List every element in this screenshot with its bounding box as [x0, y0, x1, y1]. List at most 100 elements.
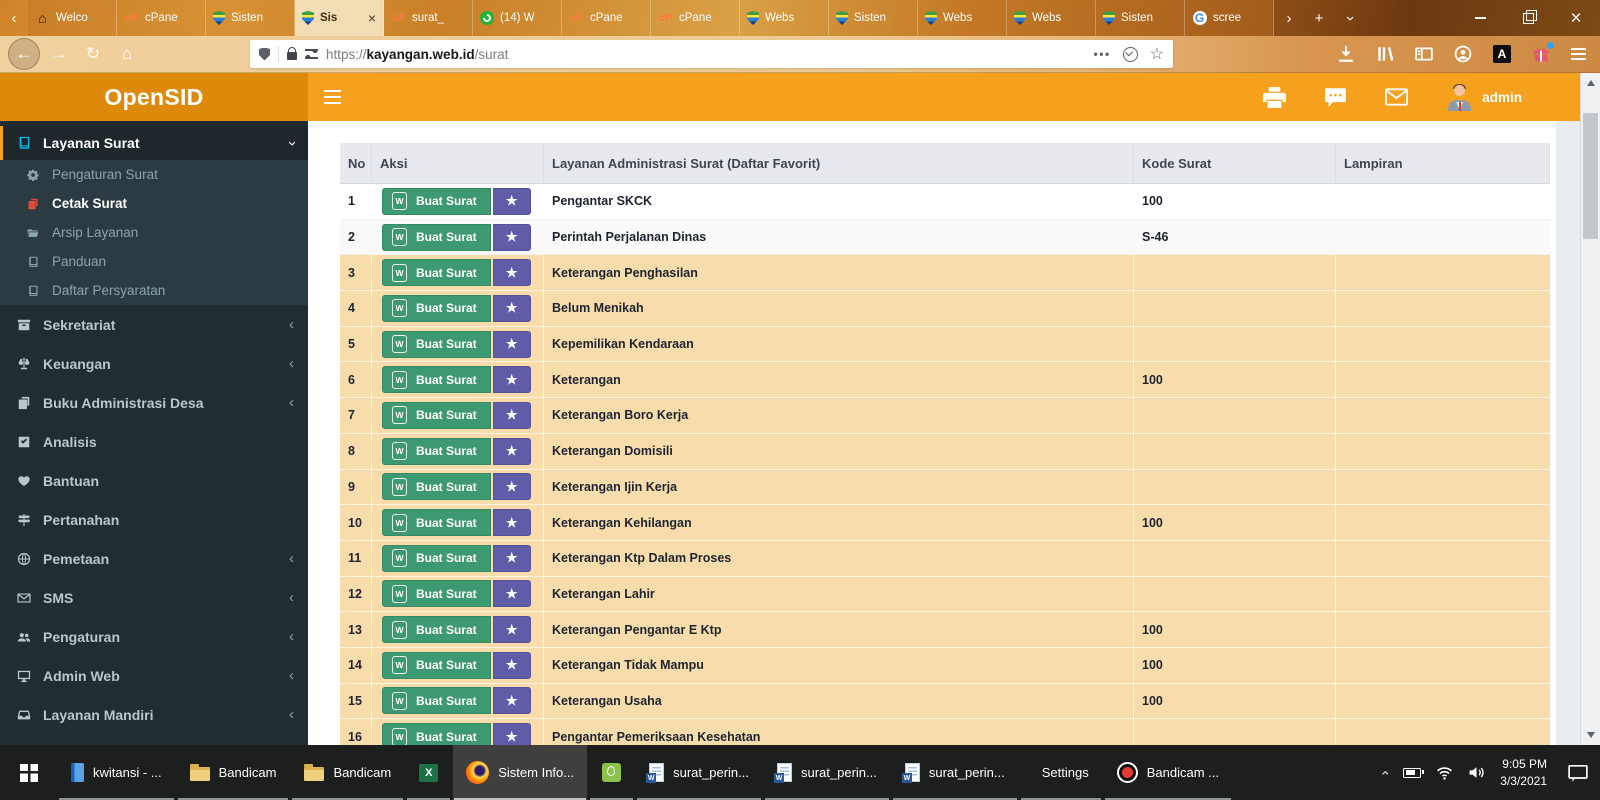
- favorite-star-button[interactable]: [493, 331, 531, 358]
- sidebar-item[interactable]: Pengaturan ‹: [0, 617, 308, 656]
- window-close-button[interactable]: ×: [1552, 0, 1600, 36]
- favorite-star-button[interactable]: [493, 259, 531, 286]
- sidebar-item[interactable]: Pemetaan ‹: [0, 539, 308, 578]
- window-minimize-button[interactable]: [1456, 0, 1504, 36]
- browser-tab[interactable]: cPane: [117, 0, 206, 36]
- scrollbar-thumb[interactable]: [1583, 113, 1598, 239]
- taskbar-item[interactable]: surat_perin...: [636, 745, 762, 800]
- buat-surat-button[interactable]: Buat Surat: [382, 473, 491, 500]
- browser-tab[interactable]: Sisten: [206, 0, 295, 36]
- taskbar-item[interactable]: kwitansi - ...: [58, 745, 175, 800]
- window-restore-button[interactable]: [1504, 0, 1552, 36]
- sidebar-item[interactable]: Buku Administrasi Desa ‹: [0, 383, 308, 422]
- browser-tab[interactable]: Webs: [1007, 0, 1096, 36]
- taskbar-item[interactable]: Bandicam: [177, 745, 290, 800]
- sidebar-collapse-icon[interactable]: [324, 90, 341, 105]
- sidebar-toggle-icon[interactable]: [1415, 45, 1433, 63]
- browser-tab[interactable]: Welco: [28, 0, 117, 36]
- tab-scroll-left-icon[interactable]: ‹: [0, 0, 28, 36]
- favorite-star-button[interactable]: [493, 295, 531, 322]
- page-actions-icon[interactable]: •••: [1094, 47, 1111, 61]
- favorite-star-button[interactable]: [493, 616, 531, 643]
- back-button[interactable]: ←: [8, 38, 40, 70]
- sidebar-item[interactable]: Cetak Surat: [0, 189, 308, 218]
- browser-tab[interactable]: cPane: [651, 0, 740, 36]
- favorite-star-button[interactable]: [493, 580, 531, 607]
- sidebar-item[interactable]: Bantuan: [0, 461, 308, 500]
- buat-surat-button[interactable]: Buat Surat: [382, 402, 491, 429]
- mail-icon[interactable]: [1385, 88, 1408, 106]
- sidebar-item[interactable]: Daftar Persyaratan: [0, 276, 308, 305]
- favorite-star-button[interactable]: [493, 723, 531, 745]
- permissions-icon[interactable]: [305, 49, 318, 59]
- browser-tab[interactable]: Sis ×: [295, 0, 384, 36]
- buat-surat-button[interactable]: Buat Surat: [382, 652, 491, 679]
- tracking-protection-icon[interactable]: [259, 48, 270, 61]
- forward-button[interactable]: →: [44, 39, 74, 69]
- scroll-down-arrow-icon[interactable]: [1581, 727, 1600, 743]
- tray-expand-icon[interactable]: ‹: [1378, 770, 1394, 775]
- wifi-icon[interactable]: [1436, 766, 1453, 780]
- taskbar-item[interactable]: Bandicam ...: [1104, 745, 1232, 800]
- favorite-star-button[interactable]: [493, 652, 531, 679]
- browser-tab[interactable]: scree: [1185, 0, 1274, 36]
- taskbar-item[interactable]: Bandicam: [291, 745, 404, 800]
- chat-icon[interactable]: [1324, 87, 1347, 108]
- lock-icon[interactable]: [287, 52, 297, 60]
- tab-close-icon[interactable]: ×: [368, 10, 376, 26]
- tab-dropdown-icon[interactable]: ‹: [1334, 0, 1364, 36]
- buat-surat-button[interactable]: Buat Surat: [382, 366, 491, 393]
- tab-scroll-right-icon[interactable]: ›: [1274, 0, 1304, 36]
- sidebar-item[interactable]: Layanan Mandiri ‹: [0, 695, 308, 734]
- home-button[interactable]: ⌂: [112, 39, 142, 69]
- browser-tab[interactable]: surat_: [384, 0, 473, 36]
- buat-surat-button[interactable]: Buat Surat: [382, 616, 491, 643]
- sidebar-item[interactable]: Layanan Surat ‹: [0, 126, 308, 160]
- favorite-star-button[interactable]: [493, 402, 531, 429]
- browser-tab[interactable]: (14) W: [473, 0, 562, 36]
- buat-surat-button[interactable]: Buat Surat: [382, 331, 491, 358]
- browser-tab[interactable]: Webs: [740, 0, 829, 36]
- buat-surat-button[interactable]: Buat Surat: [382, 259, 491, 286]
- sidebar-item[interactable]: Pengaturan Surat: [0, 160, 308, 189]
- account-icon[interactable]: [1454, 45, 1472, 63]
- favorite-star-button[interactable]: [493, 188, 531, 215]
- volume-icon[interactable]: [1468, 765, 1485, 780]
- buat-surat-button[interactable]: Buat Surat: [382, 438, 491, 465]
- url-bar[interactable]: https://kayangan.web.id/surat ••• ☆: [250, 40, 1173, 68]
- browser-tab[interactable]: Sisten: [1096, 0, 1185, 36]
- favorite-star-button[interactable]: [493, 438, 531, 465]
- pocket-icon[interactable]: [1123, 47, 1138, 62]
- bookmark-star-icon[interactable]: ☆: [1150, 44, 1164, 64]
- taskbar-item[interactable]: surat_perin...: [764, 745, 890, 800]
- whats-new-gift-icon[interactable]: [1532, 45, 1550, 63]
- favorite-star-button[interactable]: [493, 366, 531, 393]
- sidebar-item[interactable]: Admin Web ‹: [0, 656, 308, 695]
- download-icon[interactable]: [1337, 45, 1355, 63]
- taskbar-item[interactable]: Sistem Info...: [453, 745, 587, 800]
- sidebar-item[interactable]: Arsip Layanan: [0, 218, 308, 247]
- buat-surat-button[interactable]: Buat Surat: [382, 509, 491, 536]
- buat-surat-button[interactable]: Buat Surat: [382, 295, 491, 322]
- url-text[interactable]: https://kayangan.web.id/surat: [326, 47, 508, 62]
- battery-icon[interactable]: [1403, 768, 1421, 778]
- app-logo[interactable]: OpenSID: [0, 73, 308, 121]
- favorite-star-button[interactable]: [493, 473, 531, 500]
- taskbar-item[interactable]: [406, 745, 451, 800]
- page-scrollbar[interactable]: [1580, 73, 1600, 745]
- start-button[interactable]: [0, 745, 58, 800]
- taskbar-item[interactable]: Settings: [1020, 745, 1102, 800]
- library-icon[interactable]: [1376, 45, 1394, 63]
- browser-tab[interactable]: cPane: [562, 0, 651, 36]
- browser-tab[interactable]: Webs: [918, 0, 1007, 36]
- buat-surat-button[interactable]: Buat Surat: [382, 224, 491, 251]
- buat-surat-button[interactable]: Buat Surat: [382, 580, 491, 607]
- buat-surat-button[interactable]: Buat Surat: [382, 687, 491, 714]
- sidebar-item[interactable]: Pertanahan: [0, 500, 308, 539]
- browser-tab[interactable]: Sisten: [829, 0, 918, 36]
- sidebar-item[interactable]: Panduan: [0, 247, 308, 276]
- sidebar-item[interactable]: Keuangan ‹: [0, 344, 308, 383]
- scroll-up-arrow-icon[interactable]: [1581, 75, 1600, 91]
- buat-surat-button[interactable]: Buat Surat: [382, 188, 491, 215]
- favorite-star-button[interactable]: [493, 509, 531, 536]
